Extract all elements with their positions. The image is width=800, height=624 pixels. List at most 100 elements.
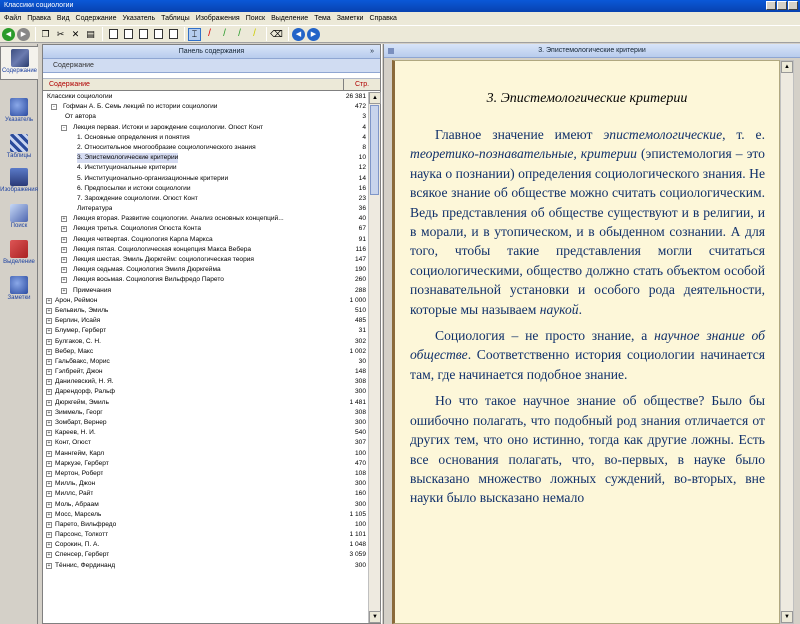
scroll-thumb[interactable]: [370, 105, 379, 195]
tree-row[interactable]: 4. Институциональные критерии 12: [43, 163, 368, 173]
menu-item[interactable]: Тема: [314, 15, 330, 22]
red-pen-icon[interactable]: /: [203, 28, 216, 41]
tree-row[interactable]: - Лекция первая. Истоки и зарождение соци…: [43, 123, 368, 133]
eraser-icon[interactable]: ⌫: [270, 28, 283, 41]
tree-row[interactable]: Литература 36: [43, 204, 368, 214]
layout-1-icon[interactable]: [109, 29, 118, 39]
tree-row[interactable]: + Зомбарт, Вернер 300: [43, 418, 368, 428]
tree-row[interactable]: Классики социологии 26 381: [43, 92, 368, 102]
nav-item[interactable]: Выделение: [0, 238, 38, 272]
green-pen-icon[interactable]: /: [218, 28, 231, 41]
expand-icon[interactable]: +: [61, 236, 67, 243]
layout-2-icon[interactable]: [124, 29, 133, 39]
expand-icon[interactable]: +: [46, 470, 52, 477]
expand-icon[interactable]: +: [46, 521, 52, 528]
nav-item[interactable]: Изображения: [0, 166, 38, 200]
tree-row[interactable]: + Бельвиль, Эмиль 510: [43, 306, 368, 316]
tree-row[interactable]: + Моль, Абраам 300: [43, 500, 368, 510]
scroll-up-arrow-icon[interactable]: ▲: [369, 92, 381, 104]
column-page[interactable]: Стр.: [344, 79, 380, 90]
tree-row[interactable]: + Мосс, Марсель 1 105: [43, 510, 368, 520]
maximize-button[interactable]: [777, 1, 787, 10]
menu-item[interactable]: Заметки: [337, 15, 364, 22]
tree-row[interactable]: + Кареев, Н. И. 540: [43, 428, 368, 438]
tree-row[interactable]: От автора 3: [43, 112, 368, 122]
scroll-down-arrow-icon[interactable]: ▼: [369, 611, 381, 623]
expand-icon[interactable]: +: [61, 216, 67, 223]
tree-row[interactable]: + Лекция седьмая. Социология Эмиля Дюркге…: [43, 265, 368, 275]
tree-row[interactable]: + Мертон, Роберт 108: [43, 469, 368, 479]
nav-item[interactable]: Содержание: [0, 46, 38, 80]
expand-icon[interactable]: +: [46, 491, 52, 498]
tree-row[interactable]: + Гэлбрейт, Джон 148: [43, 367, 368, 377]
expand-icon[interactable]: +: [46, 348, 52, 355]
expand-icon[interactable]: +: [46, 358, 52, 365]
tree-row[interactable]: + Булгаков, С. Н. 302: [43, 337, 368, 347]
tree-row[interactable]: 2. Относительное многообразие социологич…: [43, 143, 368, 153]
tree-row[interactable]: + Тённис, Фердинанд 300: [43, 561, 368, 571]
tree-row[interactable]: 5. Институционально-организационные крит…: [43, 174, 368, 184]
tree-row[interactable]: 6. Предпосылки и истоки социологии 16: [43, 184, 368, 194]
tree-row[interactable]: + Лекция третья. Социология Огюста Конта 6…: [43, 224, 368, 234]
expand-icon[interactable]: +: [46, 532, 52, 539]
expand-icon[interactable]: +: [46, 369, 52, 376]
expand-icon[interactable]: +: [61, 287, 67, 294]
tree-row[interactable]: 7. Зарождение социологии. Огюст Конт 23: [43, 194, 368, 204]
copy-icon[interactable]: ❐: [39, 28, 52, 41]
tree-row[interactable]: + Лекция четвертая. Социология Карла Марк…: [43, 235, 368, 245]
tree-row[interactable]: + Парето, Вильфредо 100: [43, 520, 368, 530]
layout-4-icon[interactable]: [154, 29, 163, 39]
expand-icon[interactable]: +: [61, 277, 67, 284]
reader-scrollbar[interactable]: ▲ ▼: [780, 60, 794, 624]
column-title[interactable]: Содержание: [43, 79, 344, 90]
menu-item[interactable]: Таблицы: [161, 15, 190, 22]
expand-icon[interactable]: +: [46, 318, 52, 325]
layout-5-icon[interactable]: [169, 29, 178, 39]
expand-icon[interactable]: +: [61, 226, 67, 233]
contents-subheader[interactable]: Содержание: [43, 59, 380, 73]
tree-row[interactable]: + Берлин, Исайя 485: [43, 316, 368, 326]
expand-icon[interactable]: +: [46, 399, 52, 406]
tree-row[interactable]: + Лекция восьмая. Социология Вильфредо Па…: [43, 275, 368, 285]
menu-item[interactable]: Правка: [27, 15, 51, 22]
expand-icon[interactable]: +: [46, 501, 52, 508]
expand-icon[interactable]: +: [61, 267, 67, 274]
nav-item[interactable]: Указатель: [0, 96, 38, 130]
expand-icon[interactable]: +: [46, 297, 52, 304]
expand-icon[interactable]: +: [61, 246, 67, 253]
select-cursor-icon[interactable]: ⌶: [188, 27, 201, 41]
paste-icon[interactable]: ▤: [84, 28, 97, 41]
menu-item[interactable]: Файл: [4, 15, 21, 22]
scroll-up-arrow-icon[interactable]: ▲: [781, 61, 793, 73]
expand-icon[interactable]: +: [46, 450, 52, 457]
tree-row[interactable]: + Конт, Огюст 307: [43, 438, 368, 448]
contents-scrollbar[interactable]: ▲ ▼: [368, 92, 381, 623]
menu-item[interactable]: Изображения: [196, 15, 240, 22]
expand-icon[interactable]: +: [46, 562, 52, 569]
expand-icon[interactable]: +: [46, 460, 52, 467]
menu-item[interactable]: Вид: [57, 15, 70, 22]
menu-item[interactable]: Выделение: [271, 15, 308, 22]
reader-page[interactable]: 3. Эпистемологические критерии Главное з…: [392, 60, 780, 624]
expand-icon[interactable]: +: [46, 542, 52, 549]
scroll-down-arrow-icon[interactable]: ▼: [781, 611, 793, 623]
back-arrow-icon[interactable]: ◀: [2, 27, 15, 41]
tree-row[interactable]: + Милль, Джон 300: [43, 479, 368, 489]
menu-item[interactable]: Справка: [369, 15, 396, 22]
yellow-pen-icon[interactable]: /: [248, 28, 261, 41]
expand-icon[interactable]: +: [61, 257, 67, 263]
tree-row[interactable]: + Спенсер, Герберт 3 059: [43, 550, 368, 560]
tree-row[interactable]: + Вебер, Макс 1 002: [43, 347, 368, 357]
tree-row[interactable]: - Гофман А. Б. Семь лекций по истории соц…: [43, 102, 368, 112]
minimize-button[interactable]: [766, 1, 776, 10]
expand-icon[interactable]: +: [46, 420, 52, 426]
tree-row[interactable]: + Лекция шестая. Эмиль Дюркгейм: социолог…: [43, 255, 368, 265]
tree-row[interactable]: + Лекция пятая. Социологическая концепция…: [43, 245, 368, 255]
collapse-icon[interactable]: -: [51, 104, 57, 111]
expand-icon[interactable]: +: [46, 430, 52, 437]
tree-row[interactable]: + Маркузе, Герберт 470: [43, 459, 368, 469]
nav-item[interactable]: Заметки: [0, 274, 38, 308]
expand-icon[interactable]: +: [46, 481, 52, 488]
forward-arrow-icon[interactable]: ▶: [17, 27, 30, 41]
expand-icon[interactable]: +: [46, 379, 52, 386]
